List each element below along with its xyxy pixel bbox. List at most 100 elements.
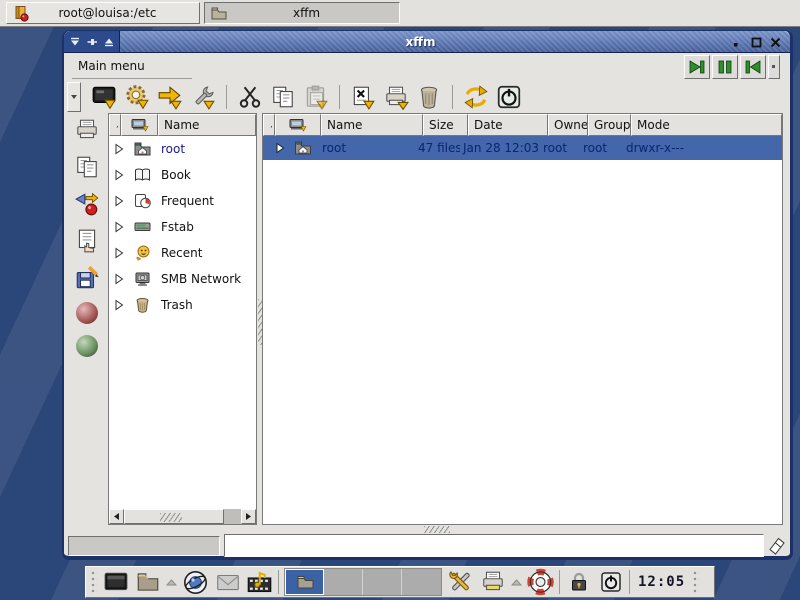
- terminal-icon[interactable]: [91, 84, 117, 110]
- window-menu-icon[interactable]: [67, 34, 82, 49]
- taskbar-button-terminal[interactable]: root@louisa:/etc: [6, 2, 200, 24]
- shade-icon[interactable]: [101, 34, 116, 49]
- toolbar-collapse-button[interactable]: [67, 82, 81, 112]
- red-sphere-icon[interactable]: [76, 302, 98, 324]
- tree-item-frequent[interactable]: Frequent: [109, 188, 256, 214]
- panel-clock[interactable]: 12:05: [635, 574, 688, 590]
- file-manager-launcher-icon[interactable]: [134, 569, 161, 596]
- trash-icon[interactable]: [416, 84, 442, 110]
- header-label: Owner: [554, 118, 588, 132]
- popup-arrow-icon[interactable]: [166, 578, 177, 587]
- tools-launcher-icon[interactable]: [447, 569, 474, 596]
- toolbar-separator: [452, 85, 453, 109]
- expander-icon[interactable]: [109, 247, 129, 259]
- power-icon[interactable]: [597, 569, 624, 596]
- stick-icon[interactable]: [84, 34, 99, 49]
- eraser-icon[interactable]: [764, 535, 790, 557]
- files-header-name[interactable]: Name: [321, 114, 423, 136]
- maximize-icon[interactable]: [748, 34, 763, 49]
- select-document-icon[interactable]: [74, 228, 100, 254]
- lock-icon[interactable]: [565, 569, 592, 596]
- expander-icon[interactable]: [109, 143, 129, 155]
- fstab-device-icon: [129, 218, 155, 236]
- files-header-owner[interactable]: Owner: [548, 114, 588, 136]
- scrollbar-trough[interactable]: [224, 509, 241, 524]
- reload-icon[interactable]: [463, 84, 489, 110]
- differ-icon[interactable]: [74, 191, 100, 217]
- save-icon[interactable]: [74, 265, 100, 291]
- main-toolbar: [67, 81, 787, 113]
- tree-item-book[interactable]: Book: [109, 162, 256, 188]
- book-icon: [129, 166, 155, 184]
- tree-header-corner[interactable]: ,: [109, 114, 121, 136]
- terminal-launcher-icon[interactable]: [102, 569, 129, 596]
- power-icon[interactable]: [496, 84, 522, 110]
- panel-grip-left[interactable]: [91, 571, 97, 593]
- tree-item-smb-network[interactable]: SMB Network: [109, 266, 256, 292]
- navigation-media-buttons: [684, 55, 780, 79]
- wrench-icon[interactable]: [190, 84, 216, 110]
- expander-icon[interactable]: [109, 169, 129, 181]
- workspace-4[interactable]: [402, 569, 441, 595]
- workspace-2[interactable]: [324, 569, 363, 595]
- files-header-corner[interactable]: ,: [263, 114, 275, 136]
- command-entry[interactable]: [224, 534, 764, 557]
- files-header-mode[interactable]: Mode: [631, 114, 782, 136]
- copy-icon[interactable]: [74, 154, 100, 180]
- workspace-3[interactable]: [363, 569, 402, 595]
- minimize-icon[interactable]: [729, 34, 744, 49]
- main-menu[interactable]: Main menu: [72, 54, 192, 79]
- close-icon[interactable]: [767, 34, 782, 49]
- expander-icon[interactable]: [109, 273, 129, 285]
- tree-item-fstab[interactable]: Fstab: [109, 214, 256, 240]
- mail-launcher-icon[interactable]: [214, 569, 241, 596]
- top-taskbar: root@louisa:/etc xffm: [0, 0, 800, 27]
- skip-forward-button[interactable]: [684, 55, 710, 79]
- tree-horizontal-scrollbar[interactable]: [109, 509, 256, 524]
- copy-icon[interactable]: [270, 84, 296, 110]
- tree-item-label: Recent: [155, 246, 202, 260]
- tree-item-root[interactable]: root: [109, 136, 256, 162]
- print-icon[interactable]: [74, 117, 100, 143]
- files-header-group[interactable]: Group: [588, 114, 631, 136]
- help-lifering-icon[interactable]: [527, 569, 554, 596]
- tree-item-recent[interactable]: Recent: [109, 240, 256, 266]
- tree-header-name[interactable]: Name: [158, 114, 256, 136]
- panel-separator: [629, 570, 630, 594]
- scroll-left-icon[interactable]: [109, 509, 124, 524]
- file-date: Jan 28 12:03: [460, 141, 540, 155]
- media-launcher-icon[interactable]: [246, 569, 273, 596]
- panel-grip-right[interactable]: [693, 571, 699, 593]
- titlebar[interactable]: xffm: [64, 31, 790, 53]
- scroll-right-icon[interactable]: [241, 509, 256, 524]
- expander-icon[interactable]: [109, 195, 129, 207]
- files-header-size[interactable]: Size: [423, 114, 468, 136]
- taskbar-button-xffm[interactable]: xffm: [204, 2, 400, 24]
- green-sphere-icon[interactable]: [76, 335, 98, 357]
- settings-gear-icon[interactable]: [124, 84, 150, 110]
- popup-arrow-icon[interactable]: [511, 578, 522, 587]
- files-header-date[interactable]: Date: [468, 114, 548, 136]
- run-document-icon[interactable]: [350, 84, 376, 110]
- expander-icon[interactable]: [109, 299, 129, 311]
- detach-button[interactable]: [768, 55, 780, 79]
- recent-icon: [129, 244, 155, 262]
- file-row-root[interactable]: root 47 files Jan 28 12:03 root root drw…: [263, 136, 782, 160]
- statusbar-resize-grip[interactable]: [424, 526, 450, 533]
- tree-header-icon-column[interactable]: [121, 114, 158, 136]
- expander-icon[interactable]: [109, 221, 129, 233]
- tree-item-trash[interactable]: Trash: [109, 292, 256, 318]
- print-icon[interactable]: [383, 84, 409, 110]
- workspace-1[interactable]: [285, 569, 324, 595]
- skip-back-button[interactable]: [740, 55, 766, 79]
- browser-launcher-icon[interactable]: [182, 569, 209, 596]
- expander-icon[interactable]: [273, 142, 287, 154]
- files-header-icon-column[interactable]: [275, 114, 321, 136]
- print-launcher-icon[interactable]: [479, 569, 506, 596]
- pause-button[interactable]: [712, 55, 738, 79]
- frequent-icon: [129, 192, 155, 210]
- paste-icon[interactable]: [303, 84, 329, 110]
- cut-icon[interactable]: [237, 84, 263, 110]
- go-arrow-icon[interactable]: [157, 84, 183, 110]
- scrollbar-thumb[interactable]: [124, 509, 224, 524]
